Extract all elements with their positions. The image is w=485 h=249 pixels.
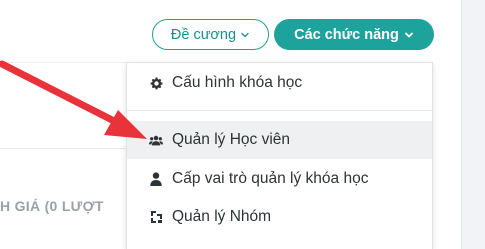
menu-item-label: Quản lý Học viên [172, 131, 291, 148]
chevron-down-icon [404, 32, 413, 37]
menu-item-label: Quản lý Nhóm [172, 208, 272, 225]
syllabus-button-label: Đề cương [170, 26, 237, 43]
group-icon [149, 210, 163, 224]
menu-separator [127, 110, 432, 111]
functions-button-label: Các chức năng [294, 26, 399, 43]
content-divider [0, 148, 130, 149]
menu-item-label: Cấp vai trò quản lý khóa học [172, 170, 369, 187]
menu-item-label: Cấu hình khóa học [172, 74, 303, 91]
rating-heading: H GIÁ (0 LƯỢT [0, 198, 104, 214]
menu-item-manage-students[interactable]: Quản lý Học viên [127, 121, 432, 159]
syllabus-button[interactable]: Đề cương [152, 19, 269, 50]
users-icon [149, 133, 163, 147]
user-icon [149, 172, 163, 186]
menu-item-manage-groups[interactable]: Quản lý Nhóm [127, 199, 432, 235]
functions-dropdown-button[interactable]: Các chức năng [274, 19, 434, 50]
page-gutter [461, 0, 485, 249]
gear-icon [149, 76, 163, 90]
content-divider [0, 62, 130, 63]
chevron-down-icon [241, 32, 249, 37]
menu-item-assign-course-manager-role[interactable]: Cấp vai trò quản lý khóa học [127, 161, 432, 197]
menu-item-course-settings[interactable]: Cấu hình khóa học [127, 65, 432, 101]
functions-dropdown-menu: Cấu hình khóa học Quản lý Học viên Cấp v… [126, 62, 433, 249]
